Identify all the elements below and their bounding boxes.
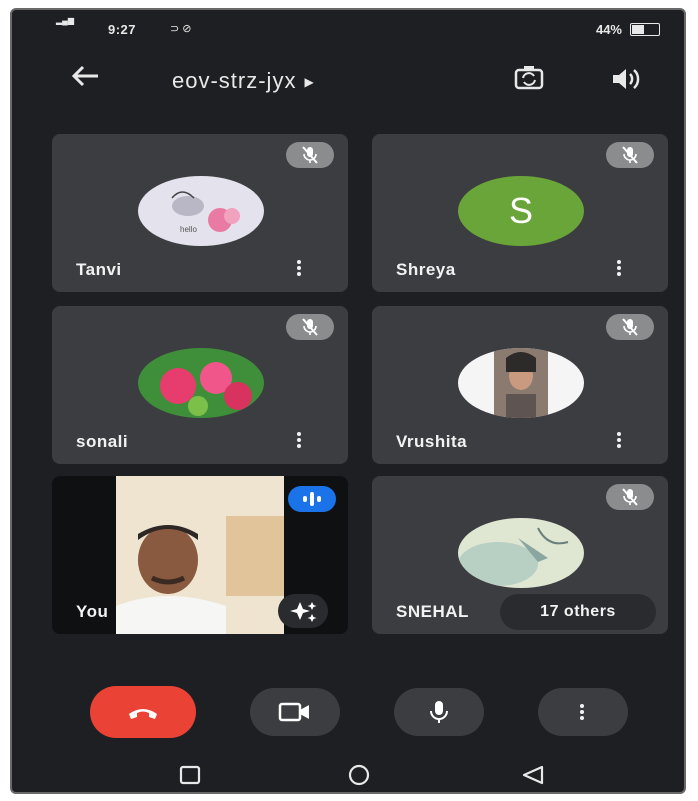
participant-name: sonali	[76, 432, 129, 451]
phone-screen: ▂▄▆ 9:27 ⊃ ⊘ 44% eov-strz-jyx ▶ hello Ta…	[10, 8, 686, 794]
participant-name: Tanvi	[76, 260, 122, 279]
more-options-button[interactable]	[538, 688, 628, 736]
audio-activity-icon	[288, 486, 336, 512]
participant-tile-shreya[interactable]: S Shreya	[372, 134, 668, 292]
avatar: S	[458, 176, 584, 246]
more-vert-icon[interactable]	[297, 258, 303, 278]
mic-icon	[430, 701, 448, 723]
status-bar: ▂▄▆ 9:27 ⊃ ⊘ 44%	[12, 10, 684, 50]
avatar: hello	[138, 176, 264, 246]
battery-percent: 44%	[595, 22, 622, 37]
participant-tile-snehal[interactable]: SNEHAL 17 others	[372, 476, 668, 634]
avatar	[458, 518, 584, 588]
mic-off-icon	[286, 314, 334, 340]
participant-tile-sonali[interactable]: sonali	[52, 306, 348, 464]
others-count-chip[interactable]: 17 others	[500, 594, 656, 630]
participant-tile-you[interactable]: You	[52, 476, 348, 634]
avatar-initial: S	[458, 176, 584, 246]
signal-icon: ▂▄▆	[56, 16, 74, 25]
svg-text:hello: hello	[180, 225, 197, 234]
avatar	[138, 348, 264, 418]
more-vert-icon	[580, 702, 586, 722]
participant-name: Shreya	[396, 260, 456, 279]
more-vert-icon[interactable]	[617, 430, 623, 450]
participant-name: SNEHAL	[396, 602, 469, 621]
chevron-right-icon: ▶	[304, 75, 315, 90]
videocam-icon	[278, 702, 309, 722]
speaker-icon[interactable]	[608, 64, 642, 99]
mic-off-icon	[606, 484, 654, 510]
nav-recents-icon[interactable]	[178, 764, 202, 791]
microphone-button[interactable]	[394, 688, 484, 736]
self-video-preview	[116, 476, 284, 634]
nav-home-icon[interactable]	[346, 764, 372, 791]
mic-off-icon	[286, 142, 334, 168]
system-nav-bar	[12, 754, 684, 792]
call-header: eov-strz-jyx ▶	[12, 50, 684, 110]
avatar	[458, 348, 584, 418]
meeting-code[interactable]: eov-strz-jyx ▶	[172, 68, 315, 94]
effects-icon[interactable]	[278, 594, 328, 628]
more-vert-icon[interactable]	[617, 258, 623, 278]
participant-tile-tanvi[interactable]: hello Tanvi	[52, 134, 348, 292]
call-end-icon	[129, 709, 157, 719]
participant-tile-vrushita[interactable]: Vrushita	[372, 306, 668, 464]
mic-off-icon	[606, 314, 654, 340]
mic-off-icon	[606, 142, 654, 168]
camera-toggle-button[interactable]	[250, 688, 340, 736]
status-icons: ⊃ ⊘	[170, 23, 192, 35]
participant-name: You	[76, 602, 109, 621]
more-vert-icon[interactable]	[297, 430, 303, 450]
status-time: 9:27	[108, 22, 137, 37]
meeting-code-text: eov-strz-jyx	[172, 68, 297, 93]
participant-name: Vrushita	[396, 432, 468, 451]
nav-back-icon[interactable]	[520, 764, 546, 791]
back-arrow-icon[interactable]	[70, 64, 100, 93]
battery-icon	[630, 23, 660, 36]
camera-switch-icon[interactable]	[512, 64, 546, 99]
end-call-button[interactable]	[90, 686, 196, 738]
